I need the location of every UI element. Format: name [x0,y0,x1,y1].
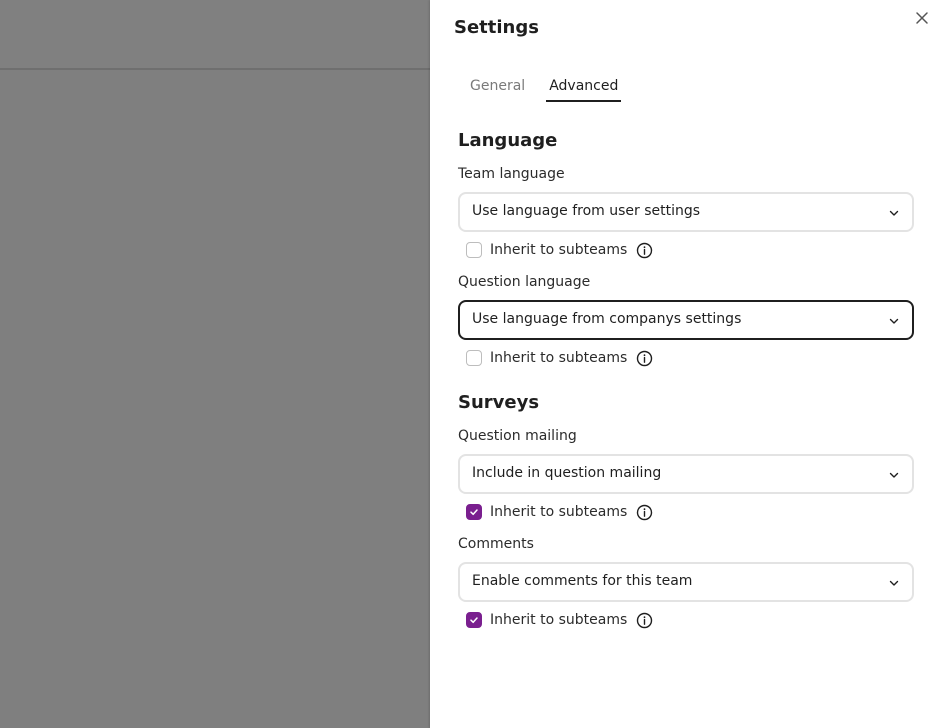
question-mailing-inherit-checkbox[interactable] [466,504,482,520]
info-icon[interactable] [636,350,653,367]
question-language-inherit-row: Inherit to subteams [466,348,653,368]
team-language-inherit-label: Inherit to subteams [490,242,628,258]
tab-advanced[interactable]: Advanced [537,74,630,102]
comments-inherit-row: Inherit to subteams [466,610,653,630]
team-language-inherit-row: Inherit to subteams [466,240,653,260]
team-language-inherit-checkbox[interactable] [466,242,482,258]
chevron-down-icon [889,210,899,216]
settings-panel: Settings General Advanced Language Team … [430,0,936,728]
question-language-label: Question language [458,274,591,290]
tab-bar: General Advanced [458,74,630,102]
info-icon[interactable] [636,504,653,521]
backdrop-header [0,0,430,70]
question-mailing-inherit-label: Inherit to subteams [490,504,628,520]
close-icon [916,12,928,24]
info-icon[interactable] [636,612,653,629]
chevron-down-icon [889,580,899,586]
comments-value: Enable comments for this team [472,573,693,589]
team-language-label: Team language [458,166,565,182]
modal-backdrop[interactable] [0,0,430,728]
question-language-inherit-checkbox[interactable] [466,350,482,366]
checkmark-icon [470,509,478,516]
question-mailing-select[interactable]: Include in question mailing [458,454,914,494]
question-mailing-label: Question mailing [458,428,577,444]
section-title-language: Language [458,130,558,151]
comments-select[interactable]: Enable comments for this team [458,562,914,602]
question-language-value: Use language from companys settings [472,311,742,327]
question-language-inherit-label: Inherit to subteams [490,350,628,366]
question-language-select[interactable]: Use language from companys settings [458,300,914,340]
team-language-select[interactable]: Use language from user settings [458,192,914,232]
team-language-value: Use language from user settings [472,203,701,219]
section-title-surveys: Surveys [458,392,540,413]
panel-title: Settings [454,17,539,38]
comments-label: Comments [458,536,534,552]
tab-general[interactable]: General [458,74,537,102]
checkmark-icon [470,617,478,624]
info-icon[interactable] [636,242,653,259]
close-button[interactable] [914,10,930,26]
question-mailing-inherit-row: Inherit to subteams [466,502,653,522]
question-mailing-value: Include in question mailing [472,465,662,481]
chevron-down-icon [889,472,899,478]
comments-inherit-checkbox[interactable] [466,612,482,628]
chevron-down-icon [889,318,899,324]
comments-inherit-label: Inherit to subteams [490,612,628,628]
